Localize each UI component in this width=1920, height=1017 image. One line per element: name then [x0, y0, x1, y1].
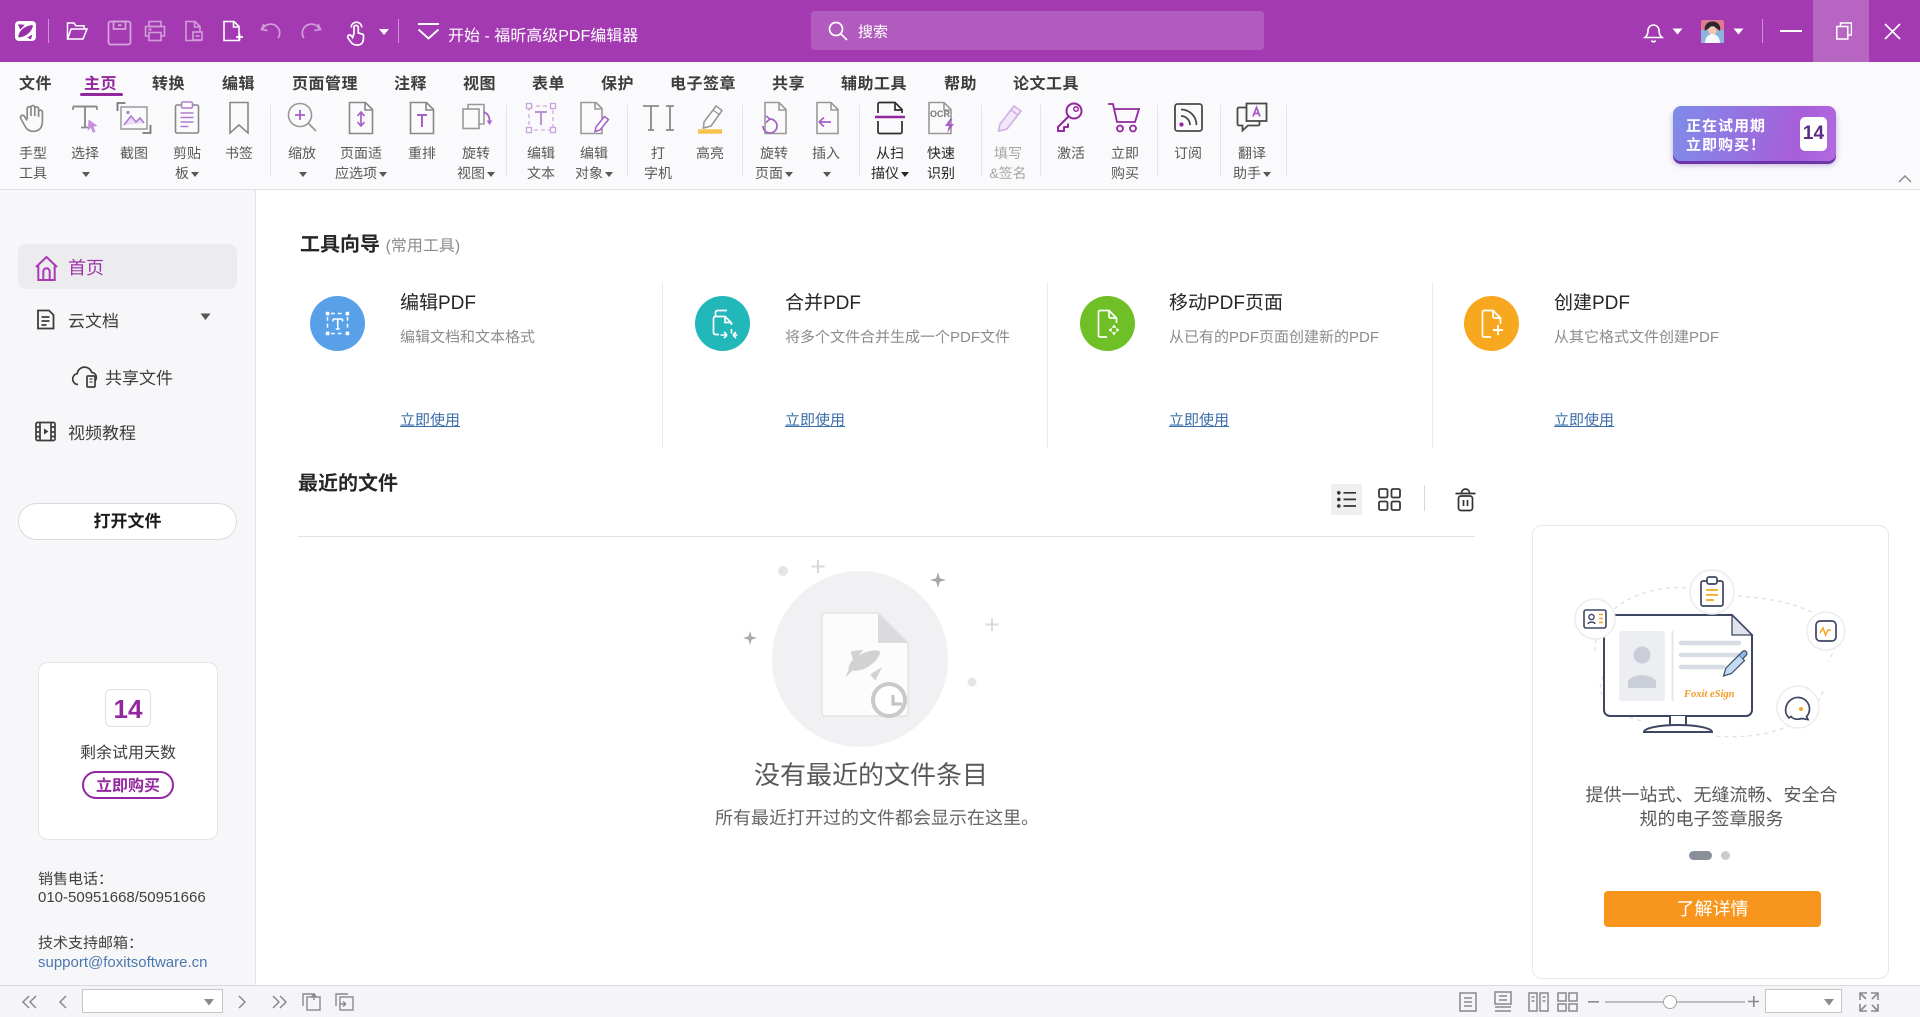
svg-text:Foxit eSign: Foxit eSign: [1683, 689, 1735, 700]
svg-text:OCR: OCR: [930, 109, 951, 119]
